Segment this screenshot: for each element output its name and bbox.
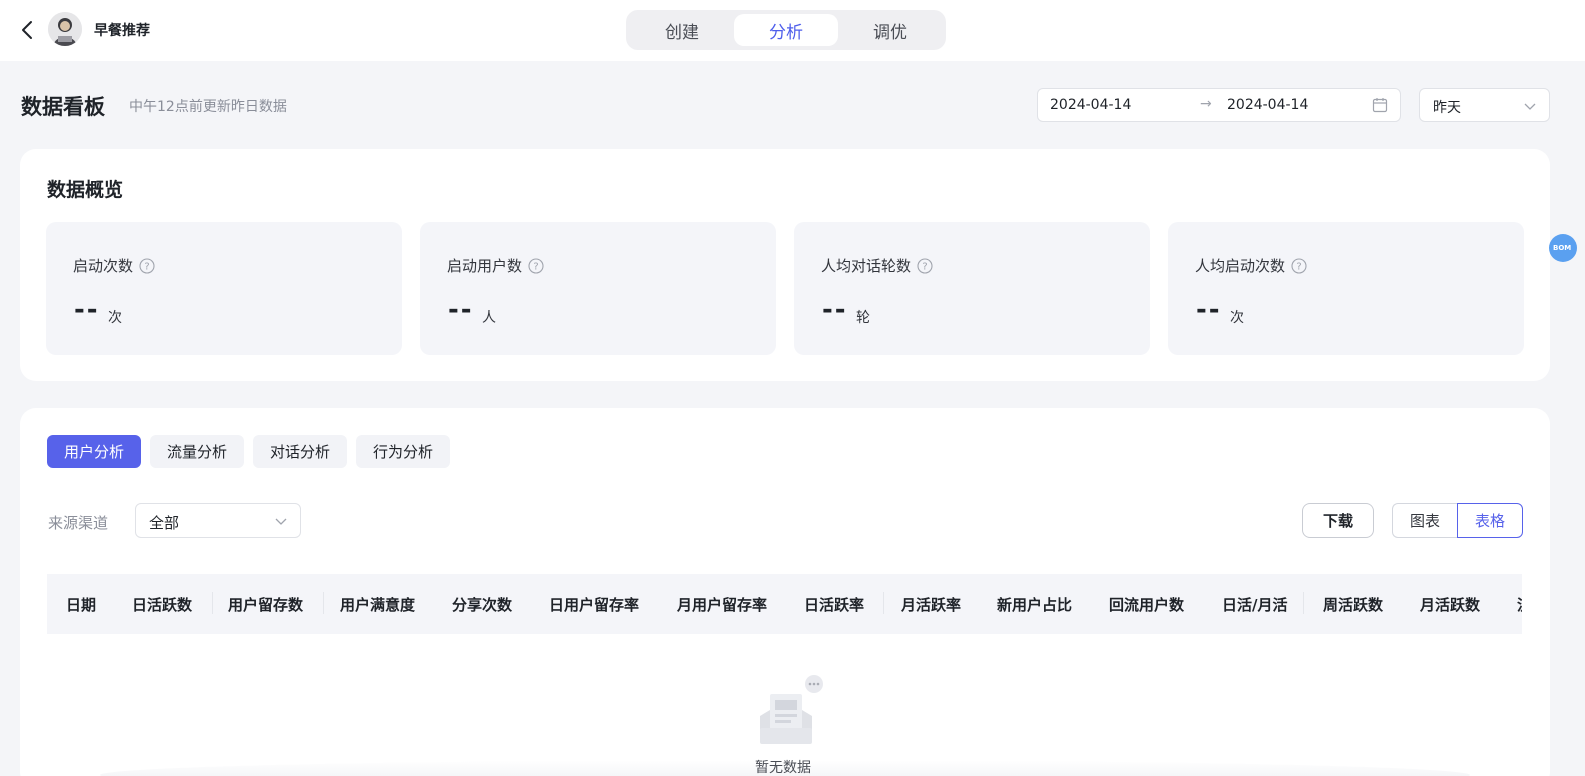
metric-launch-count: 启动次数 ? -- 次 bbox=[46, 222, 402, 355]
tab-user-analysis[interactable]: 用户分析 bbox=[47, 435, 142, 468]
column-header: 流 bbox=[1517, 594, 1522, 615]
help-icon[interactable]: ? bbox=[917, 257, 933, 274]
column-header: 日期 bbox=[66, 596, 97, 614]
tab-tune[interactable]: 调优 bbox=[838, 14, 942, 46]
column-divider[interactable] bbox=[212, 592, 213, 614]
tab-create[interactable]: 创建 bbox=[630, 14, 734, 46]
view-table-button[interactable]: 表格 bbox=[1457, 503, 1523, 538]
back-arrow-icon[interactable] bbox=[18, 19, 38, 41]
column-divider[interactable] bbox=[883, 592, 884, 614]
view-toggle: 图表 表格 bbox=[1392, 503, 1523, 538]
chevron-down-icon bbox=[1524, 103, 1536, 110]
help-icon[interactable]: ? bbox=[139, 257, 155, 274]
tab-analysis[interactable]: 分析 bbox=[734, 14, 838, 46]
help-icon[interactable]: ? bbox=[528, 257, 544, 274]
metric-value: -- bbox=[74, 295, 100, 325]
metric-label: 人均启动次数 bbox=[1195, 257, 1286, 275]
metric-value: -- bbox=[822, 295, 848, 325]
svg-text:?: ? bbox=[922, 261, 927, 272]
tab-behavior-analysis[interactable]: 行为分析 bbox=[356, 435, 451, 468]
download-button[interactable]: 下载 bbox=[1302, 503, 1374, 538]
column-header: 回流用户数 bbox=[1109, 596, 1185, 614]
column-header: 用户满意度 bbox=[340, 596, 416, 614]
column-header: 月用户留存率 bbox=[677, 596, 768, 614]
help-icon[interactable]: ? bbox=[1291, 257, 1307, 274]
date-range-arrow: → bbox=[1200, 96, 1212, 112]
page-title: 数据看板 bbox=[21, 95, 105, 119]
tab-dialog-analysis[interactable]: 对话分析 bbox=[253, 435, 348, 468]
empty-state-text: 暂无数据 bbox=[755, 760, 811, 776]
view-chart-button[interactable]: 图表 bbox=[1392, 503, 1457, 538]
column-header: 日活跃率 bbox=[804, 596, 865, 614]
metric-label: 启动次数 bbox=[73, 257, 134, 275]
overview-title: 数据概览 bbox=[47, 179, 124, 201]
metric-avg-dialog-turns: 人均对话轮数 ? -- 轮 bbox=[794, 222, 1150, 355]
overview-card: 数据概览 启动次数 ? -- 次 启动用户数 ? -- 人 人均对话轮数 ? -… bbox=[20, 149, 1550, 381]
metric-value: -- bbox=[1196, 295, 1222, 325]
column-header: 日活/月活 bbox=[1222, 596, 1288, 614]
metric-unit: 轮 bbox=[856, 310, 870, 326]
source-channel-select[interactable]: 全部 bbox=[135, 503, 301, 538]
column-divider[interactable] bbox=[323, 592, 324, 614]
svg-text:?: ? bbox=[533, 261, 538, 272]
chevron-down-icon bbox=[275, 518, 287, 525]
empty-inbox-icon bbox=[760, 675, 823, 744]
metric-value: -- bbox=[448, 295, 474, 325]
source-channel-value: 全部 bbox=[149, 514, 180, 532]
mode-segmented-control: 创建 分析 调优 bbox=[626, 10, 946, 50]
page-subtitle: 中午12点前更新昨日数据 bbox=[129, 99, 287, 115]
column-header: 新用户占比 bbox=[997, 596, 1073, 614]
table-header: 日期 日活跃数 用户留存数 用户满意度 分享次数 日用户留存率 月用户留存率 日… bbox=[47, 574, 1522, 634]
analysis-card: 用户分析 流量分析 对话分析 行为分析 来源渠道 全部 下载 图表 表格 日期 … bbox=[20, 408, 1550, 776]
app-avatar bbox=[48, 12, 82, 46]
metric-label: 人均对话轮数 bbox=[821, 257, 912, 275]
tab-traffic-analysis[interactable]: 流量分析 bbox=[150, 435, 245, 468]
column-header: 月活跃率 bbox=[901, 596, 962, 614]
column-divider[interactable] bbox=[1303, 592, 1304, 614]
floating-assistant-button[interactable]: BOM bbox=[1549, 234, 1577, 262]
period-value: 昨天 bbox=[1433, 100, 1461, 116]
column-header: 日用户留存率 bbox=[549, 596, 640, 614]
svg-text:?: ? bbox=[144, 261, 149, 272]
column-header: 用户留存数 bbox=[228, 596, 304, 614]
metric-unit: 人 bbox=[482, 310, 496, 326]
period-select[interactable]: 昨天 bbox=[1419, 88, 1550, 122]
column-header: 月活跃数 bbox=[1420, 596, 1481, 614]
date-start[interactable]: 2024-04-14 bbox=[1050, 97, 1131, 113]
metric-avg-launches: 人均启动次数 ? -- 次 bbox=[1168, 222, 1524, 355]
svg-text:?: ? bbox=[1296, 261, 1301, 272]
column-header: 分享次数 bbox=[452, 596, 513, 614]
metric-unit: 次 bbox=[108, 310, 122, 326]
app-title: 早餐推荐 bbox=[94, 23, 150, 39]
column-header: 周活跃数 bbox=[1323, 596, 1384, 614]
metric-launch-users: 启动用户数 ? -- 人 bbox=[420, 222, 776, 355]
date-range-picker[interactable]: 2024-04-14 → 2024-04-14 bbox=[1037, 88, 1401, 122]
source-channel-label: 来源渠道 bbox=[48, 514, 109, 532]
top-bar: 早餐推荐 创建 分析 调优 bbox=[0, 0, 1585, 61]
metric-label: 启动用户数 bbox=[447, 257, 523, 275]
analysis-tabs: 用户分析 流量分析 对话分析 行为分析 bbox=[47, 435, 451, 468]
date-end[interactable]: 2024-04-14 bbox=[1227, 97, 1308, 113]
column-header: 日活跃数 bbox=[132, 596, 193, 614]
calendar-icon[interactable] bbox=[1372, 97, 1388, 113]
metric-unit: 次 bbox=[1230, 310, 1244, 326]
